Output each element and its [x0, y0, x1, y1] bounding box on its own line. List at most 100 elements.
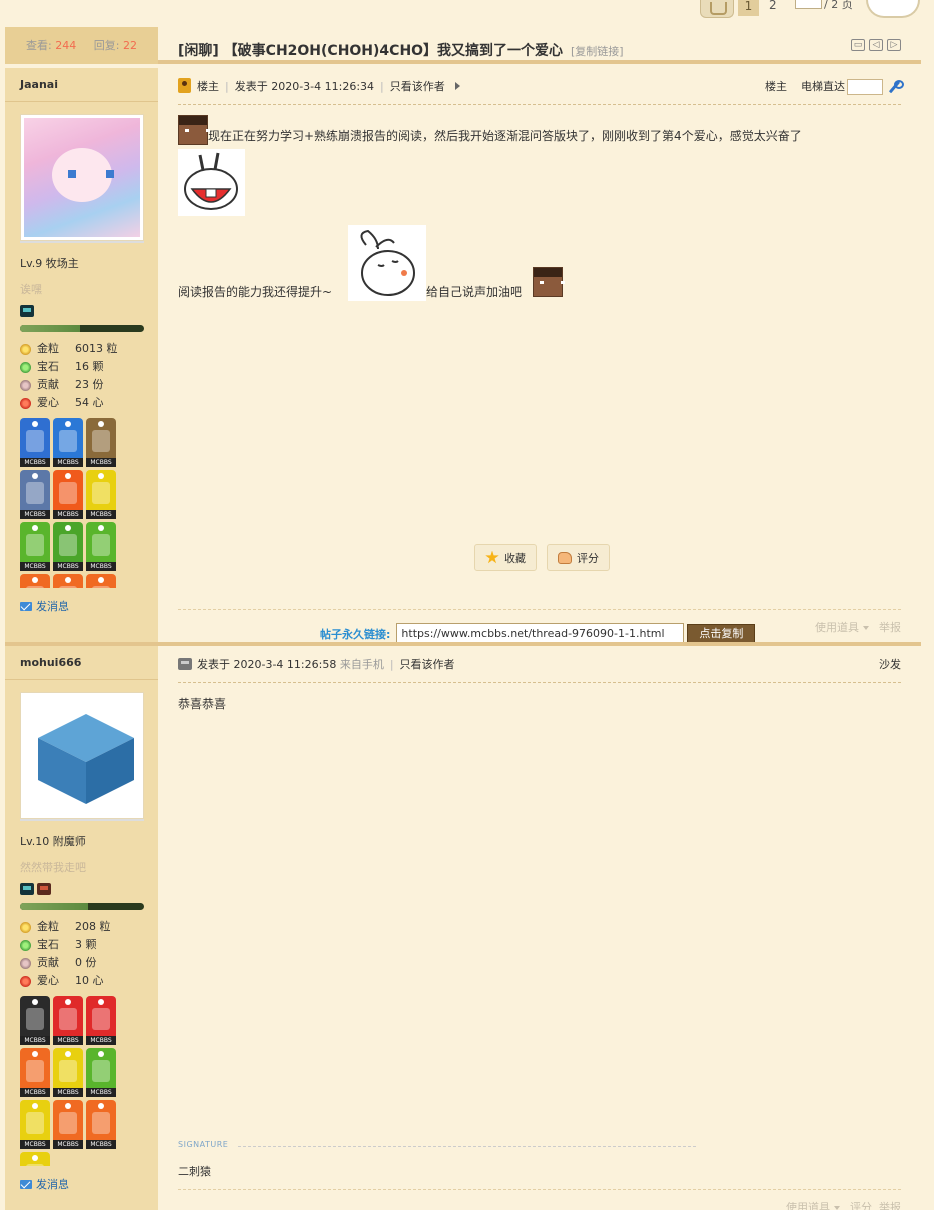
top-pager: 1 2 / 2 页	[0, 0, 934, 27]
author-name[interactable]: Jaanai	[5, 68, 158, 102]
badge-no-icon[interactable]	[86, 522, 116, 571]
author-name[interactable]: mohui666	[5, 646, 158, 680]
star-icon	[485, 550, 499, 564]
send-message-label: 发消息	[36, 1178, 69, 1191]
stat-value: 23 份	[75, 378, 104, 391]
post-meta: 楼主 | 发表于 2020-3-4 11:26:34 | 只看该作者 楼主 电梯直达	[178, 68, 904, 105]
author-panel: mohui666 Lv.10 附魔师 然然带我走吧 金粒 208 粒 宝石 3 …	[5, 646, 158, 1210]
stat-value: 208 粒	[75, 920, 111, 933]
badge-windows-icon[interactable]	[86, 996, 116, 1045]
copy-link[interactable]: [复制链接]	[571, 45, 624, 58]
minecart-icon	[20, 305, 34, 317]
minecart-red-icon	[37, 883, 51, 895]
badge-grid	[20, 996, 120, 1166]
prev-thread-icon[interactable]: ◁	[869, 39, 883, 51]
use-tools-link[interactable]: 使用道具	[786, 1201, 830, 1210]
badge-pickaxe-icon[interactable]	[53, 1048, 83, 1097]
floor-label: 楼主	[765, 80, 787, 93]
cloud-icon	[866, 0, 920, 18]
post-content-1: 楼主 | 发表于 2020-3-4 11:26:34 | 只看该作者 楼主 电梯直达 现…	[158, 68, 921, 644]
stat-value: 54 心	[75, 396, 104, 409]
badge-mc-icon[interactable]	[86, 418, 116, 467]
wrench-icon[interactable]	[887, 80, 904, 94]
floor-jump-input[interactable]	[847, 79, 883, 95]
only-author-link[interactable]: 只看该作者	[400, 658, 455, 671]
next-thread-icon[interactable]: ▷	[887, 39, 901, 51]
badge-pickaxe-icon[interactable]	[20, 1100, 50, 1149]
use-tools-link[interactable]: 使用道具	[815, 621, 859, 634]
stat-label: 爱心	[37, 396, 59, 409]
badge-yellow-icon[interactable]	[20, 1152, 50, 1166]
user-stats: 金粒 208 粒 宝石 3 颗 贡献 0 份 爱心 10 心	[20, 918, 143, 990]
thread-stats: 查看: 244 回复: 22	[5, 27, 158, 64]
badge-honor-icon[interactable]	[53, 470, 83, 519]
badge-java-icon[interactable]	[53, 996, 83, 1045]
rate-button[interactable]: 评分	[547, 544, 610, 571]
owner-label: 楼主	[197, 80, 219, 93]
heart-icon	[20, 975, 31, 987]
send-message-link[interactable]: 发消息	[20, 598, 143, 614]
badge-orange-icon[interactable]	[20, 574, 50, 588]
post-footer-1: 使用道具 举报	[178, 609, 901, 635]
thread-title: [闲聊] 【破事CH2OH(CHOH)4CHO】我又搞到了一个爱心 [复制链接]	[178, 40, 624, 60]
gold-icon	[20, 921, 31, 933]
badge-book-icon[interactable]	[53, 522, 83, 571]
badge-gold-icon[interactable]	[86, 1048, 116, 1097]
replies-count: 22	[122, 39, 137, 52]
badge-10-icon[interactable]	[86, 1100, 116, 1149]
author-panel: Jaanai Lv.9 牧场主 诶嘿 金粒 6013 粒 宝石 16 颗 贡献 23 …	[5, 68, 158, 642]
steve-face-emote	[533, 267, 565, 297]
views-label: 查看:	[26, 39, 52, 52]
stat-value: 0 份	[75, 956, 97, 969]
custom-title: 诶嘿	[20, 283, 42, 296]
page-link-2[interactable]: 2	[769, 0, 777, 11]
play-icon[interactable]	[454, 82, 460, 90]
favorite-button[interactable]: 收藏	[474, 544, 537, 571]
badge-steve-icon[interactable]	[20, 996, 50, 1045]
report-link[interactable]: 举报	[879, 1201, 901, 1210]
gem-icon	[20, 361, 31, 373]
send-message-label: 发消息	[36, 600, 69, 613]
send-message-link[interactable]: 发消息	[20, 1176, 143, 1192]
rabbit-shy-emote	[348, 225, 426, 301]
post-text-line2b: 给自己说声加油吧	[426, 285, 523, 299]
badge-seeds-icon[interactable]	[20, 1048, 50, 1097]
badge-orange-icon[interactable]	[53, 574, 83, 588]
page-total: / 2 页	[824, 0, 853, 11]
stat-label: 宝石	[37, 360, 59, 373]
post-meta: 发表于 2020-3-4 11:26:58 来自手机 | 只看该作者 沙发	[178, 646, 901, 683]
avatar[interactable]	[20, 114, 144, 241]
badge-villager-icon[interactable]	[86, 470, 116, 519]
thumb-icon	[558, 551, 572, 564]
user-level: Lv.9 牧场主	[20, 257, 79, 270]
favorite-label: 收藏	[504, 551, 526, 565]
badge-vine-icon[interactable]	[53, 1100, 83, 1149]
chevron-down-icon[interactable]	[863, 626, 869, 630]
avatar[interactable]	[20, 692, 144, 819]
print-icon[interactable]: ▭	[851, 39, 865, 51]
envelope-icon	[20, 1179, 32, 1189]
only-author-link[interactable]: 只看该作者	[390, 80, 445, 93]
badge-wiki-icon[interactable]	[20, 418, 50, 467]
stat-label: 金粒	[37, 920, 59, 933]
badge-editor-icon[interactable]	[53, 418, 83, 467]
report-link[interactable]: 举报	[879, 621, 901, 634]
badge-orange-icon[interactable]	[86, 574, 116, 588]
stat-label: 贡献	[37, 956, 59, 969]
views-count: 244	[55, 39, 77, 52]
user-level: Lv.10 附魔师	[20, 835, 86, 848]
chevron-down-icon[interactable]	[834, 1206, 840, 1210]
contribution-icon	[20, 379, 31, 391]
rate-label: 评分	[577, 551, 599, 565]
badge-news-icon[interactable]	[20, 522, 50, 571]
rate-link[interactable]: 评分	[850, 1201, 872, 1210]
post-text: 恭喜恭喜	[178, 697, 227, 711]
back-icon[interactable]	[700, 0, 734, 18]
owner-icon	[178, 78, 191, 93]
badge-potato-icon[interactable]	[20, 470, 50, 519]
post-text-line2a: 阅读报告的能力我还得提升~	[178, 285, 333, 299]
thread-header: [闲聊] 【破事CH2OH(CHOH)4CHO】我又搞到了一个爱心 [复制链接]…	[158, 27, 921, 68]
steve-face-emote	[178, 115, 210, 145]
user-stats: 金粒 6013 粒 宝石 16 颗 贡献 23 份 爱心 54 心	[20, 340, 143, 412]
page-jump-input[interactable]	[795, 0, 822, 9]
